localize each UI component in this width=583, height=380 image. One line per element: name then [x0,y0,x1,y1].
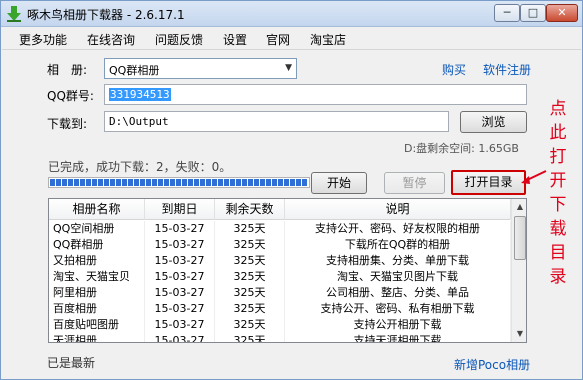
table-cell: QQ群相册 [49,237,145,253]
chevron-down-icon: ▼ [285,63,292,73]
table-header: 相册名称 到期日 剩余天数 说明 [49,199,511,220]
table-cell: 15-03-27 [145,253,215,269]
scroll-up-icon[interactable]: ▲ [512,199,526,215]
table-cell: 百度贴吧图册 [49,317,145,333]
menu-online-consult[interactable]: 在线咨询 [87,31,135,48]
table-cell: 百度相册 [49,301,145,317]
qq-group-value: 331934513 [109,88,171,101]
album-types-table: 相册名称 到期日 剩余天数 说明 QQ空间相册 15-03-27 325天 支持公开、… [48,198,527,343]
table-cell: 325天 [215,237,285,253]
update-status-text: 已是最新 [47,356,96,370]
table-cell: 325天 [215,301,285,317]
minimize-button[interactable]: ─ [494,4,520,22]
download-path-value: D:\Output [109,115,169,128]
table-cell: 支持公开、密码、私有相册下载 [285,301,511,317]
table-cell: 15-03-27 [145,269,215,285]
album-select[interactable]: QQ群相册 ▼ [104,58,297,79]
progress-status-text: 已完成，成功下载：2，失败：0。 [48,160,232,174]
maximize-button[interactable]: □ [520,4,546,22]
table-cell: 支持公开、密码、好友权限的相册 [285,221,511,237]
download-to-label: 下载到: [47,117,88,131]
table-cell: 15-03-27 [145,237,215,253]
vertical-scrollbar[interactable]: ▲ ▼ [511,199,526,342]
menu-more-functions[interactable]: 更多功能 [19,31,67,48]
table-row[interactable]: QQ群相册 15-03-27 325天 下载所在QQ群的相册 [49,237,511,253]
qq-group-label: QQ群号: [47,89,94,103]
menu-taobao-shop[interactable]: 淘宝店 [310,31,346,48]
table-cell: 天涯相册 [49,333,145,342]
start-button[interactable]: 开始 [311,172,367,194]
table-cell: 支持公开相册下载 [285,317,511,333]
table-cell: 325天 [215,333,285,342]
menu-feedback[interactable]: 问题反馈 [155,31,203,48]
table-cell: 又拍相册 [49,253,145,269]
table-cell: 下载所在QQ群的相册 [285,237,511,253]
table-cell: 325天 [215,317,285,333]
scrollbar-thumb[interactable] [514,216,526,260]
table-row[interactable]: QQ空间相册 15-03-27 325天 支持公开、密码、好友权限的相册 [49,221,511,237]
buy-link[interactable]: 购买 [442,61,466,78]
column-header[interactable]: 相册名称 [49,199,145,220]
table-cell: 淘宝、天猫宝贝 [49,269,145,285]
progress-fill [50,179,308,186]
table-cell: 阿里相册 [49,285,145,301]
table-cell: 325天 [215,285,285,301]
table-cell: 325天 [215,221,285,237]
pause-button[interactable]: 暂停 [384,172,445,194]
table-cell: 325天 [215,269,285,285]
column-header[interactable]: 说明 [285,199,511,220]
table-cell: QQ空间相册 [49,221,145,237]
browse-button[interactable]: 浏览 [460,111,527,133]
table-row[interactable]: 百度相册 15-03-27 325天 支持公开、密码、私有相册下载 [49,301,511,317]
table-cell: 支持天涯相册下载 [285,333,511,342]
download-path-input[interactable]: D:\Output [104,111,449,132]
table-cell: 15-03-27 [145,333,215,342]
column-header[interactable]: 剩余天数 [215,199,285,220]
table-cell: 15-03-27 [145,317,215,333]
download-arrow-icon [7,6,21,22]
new-poco-album-link[interactable]: 新增Poco相册 [454,356,530,373]
table-row[interactable]: 天涯相册 15-03-27 325天 支持天涯相册下载 [49,333,511,342]
column-header[interactable]: 到期日 [145,199,215,220]
table-cell: 公司相册、整店、分类、单品 [285,285,511,301]
disk-space-text: D:盘剩余空间: 1.65GB [404,142,519,155]
table-row[interactable]: 阿里相册 15-03-27 325天 公司相册、整店、分类、单品 [49,285,511,301]
menu-settings[interactable]: 设置 [223,31,247,48]
menu-bar: 更多功能 在线咨询 问题反馈 设置 官网 淘宝店 [2,28,581,50]
table-cell: 15-03-27 [145,221,215,237]
album-label: 相 册: [47,63,88,77]
qq-group-input[interactable]: 331934513 [104,84,527,105]
register-link[interactable]: 软件注册 [483,61,531,78]
table-cell: 淘宝、天猫宝贝图片下载 [285,269,511,285]
table-cell: 支持相册集、分类、单册下载 [285,253,511,269]
open-directory-button[interactable]: 打开目录 [451,170,526,195]
title-bar[interactable]: 啄木鸟相册下载器 - 2.6.17.1 ─ □ ✕ [1,1,582,27]
annotation-arrow-icon [521,170,547,184]
app-window: 啄木鸟相册下载器 - 2.6.17.1 ─ □ ✕ 更多功能 在线咨询 问题反馈… [0,0,583,380]
scroll-down-icon[interactable]: ▼ [512,326,526,342]
table-row[interactable]: 淘宝、天猫宝贝 15-03-27 325天 淘宝、天猫宝贝图片下载 [49,269,511,285]
close-button[interactable]: ✕ [546,4,578,22]
table-cell: 15-03-27 [145,301,215,317]
window-title: 啄木鸟相册下载器 - 2.6.17.1 [27,8,185,22]
table-cell: 325天 [215,253,285,269]
annotation-text: 点此打开下载目录 [549,99,567,287]
table-body: QQ空间相册 15-03-27 325天 支持公开、密码、好友权限的相册 QQ群相册 15… [49,221,511,342]
table-row[interactable]: 百度贴吧图册 15-03-27 325天 支持公开相册下载 [49,317,511,333]
table-cell: 15-03-27 [145,285,215,301]
menu-official-site[interactable]: 官网 [266,31,290,48]
album-select-value: QQ群相册 [109,64,160,77]
progress-bar [48,177,310,188]
table-row[interactable]: 又拍相册 15-03-27 325天 支持相册集、分类、单册下载 [49,253,511,269]
